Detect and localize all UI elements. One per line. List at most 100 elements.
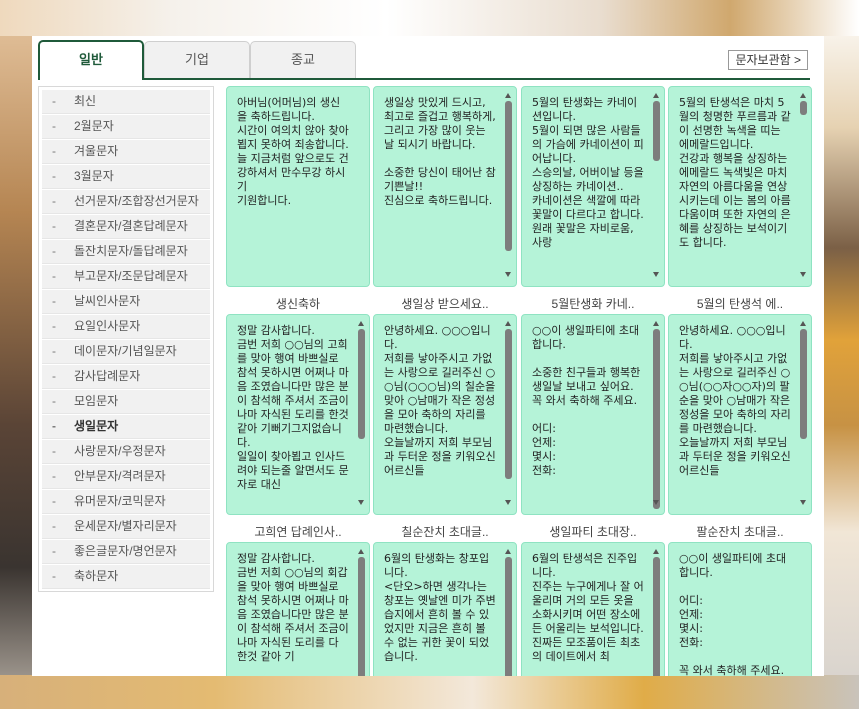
- message-textbox[interactable]: 정말 감사합니다. 금번 저희 ○○님의 고희를 맞아 행여 바쁘실로 참석 못…: [226, 314, 370, 515]
- message-textbox[interactable]: 아버님(어머님)의 생신을 축하드립니다. 시간이 여의치 않아 찾아 뵙지 못…: [226, 86, 370, 287]
- message-caption[interactable]: 고희연 답례인사..: [226, 523, 370, 540]
- scroll-up-arrow-icon[interactable]: [358, 321, 364, 326]
- scroll-down-arrow-icon[interactable]: [800, 500, 806, 505]
- message-card[interactable]: 5월의 탄생석은 마치 5월의 청명한 푸르름과 같이 선명한 녹색을 띠는 에…: [668, 86, 812, 312]
- scroll-down-arrow-icon[interactable]: [505, 500, 511, 505]
- sidebar-item[interactable]: - 부고문자/조문답례문자: [42, 265, 210, 289]
- scroll-down-arrow-icon[interactable]: [653, 272, 659, 277]
- scroll-thumb[interactable]: [653, 329, 660, 509]
- scroll-thumb[interactable]: [358, 329, 365, 439]
- sidebar-item[interactable]: - 안부문자/격려문자: [42, 465, 210, 489]
- message-caption[interactable]: 5월의 탄생석 에..: [668, 295, 812, 312]
- message-textbox[interactable]: 안녕하세요. ○○○입니다. 저희를 낳아주시고 가없는 사랑으로 길러주신 ○…: [668, 314, 812, 515]
- sidebar-item[interactable]: - 운세문자/별자리문자: [42, 515, 210, 539]
- message-card[interactable]: 안녕하세요. ○○○입니다. 저희를 낳아주시고 가없는 사랑으로 길러주신 ○…: [373, 314, 517, 540]
- scroll-up-arrow-icon[interactable]: [653, 549, 659, 554]
- scrollbar[interactable]: [799, 92, 808, 278]
- sidebar-item[interactable]: - 모임문자: [42, 390, 210, 414]
- scroll-up-arrow-icon[interactable]: [505, 549, 511, 554]
- message-caption[interactable]: 5월탄생화 카네..: [521, 295, 665, 312]
- scroll-thumb[interactable]: [653, 557, 660, 676]
- scroll-down-arrow-icon[interactable]: [358, 500, 364, 505]
- bullet-dash: -: [52, 219, 56, 233]
- scrollbar[interactable]: [357, 548, 366, 676]
- message-card[interactable]: 정말 감사합니다. 금번 저희 ○○님의 고희를 맞아 행여 바쁘실로 참석 못…: [226, 314, 370, 540]
- sidebar-item[interactable]: - 사랑문자/우정문자: [42, 440, 210, 464]
- bullet-dash: -: [52, 319, 56, 333]
- message-card[interactable]: 정말 감사합니다. 금번 저희 ○○님의 회갑을 맞아 행여 바쁘실로 참석 못…: [226, 542, 370, 676]
- sidebar-item[interactable]: - 생일문자: [42, 415, 210, 439]
- scroll-down-arrow-icon[interactable]: [653, 500, 659, 505]
- scroll-up-arrow-icon[interactable]: [800, 93, 806, 98]
- sidebar-item[interactable]: - 감사답례문자: [42, 365, 210, 389]
- scroll-up-arrow-icon[interactable]: [505, 321, 511, 326]
- sidebar-item[interactable]: - 좋은글문자/명언문자: [42, 540, 210, 564]
- sidebar-item[interactable]: - 2월문자: [42, 115, 210, 139]
- sidebar-item[interactable]: - 최신: [42, 90, 210, 114]
- message-card[interactable]: 아버님(어머님)의 생신을 축하드립니다. 시간이 여의치 않아 찾아 뵙지 못…: [226, 86, 370, 312]
- message-caption[interactable]: 팔순잔치 초대글..: [668, 523, 812, 540]
- scrollbar[interactable]: [504, 92, 513, 278]
- scrollbar[interactable]: [652, 320, 661, 509]
- scroll-thumb[interactable]: [800, 329, 807, 439]
- message-card[interactable]: 6월의 탄생석은 진주입니다. 진주는 누구에게나 잘 어울리며 거의 모든 옷…: [521, 542, 665, 676]
- message-textbox[interactable]: 정말 감사합니다. 금번 저희 ○○님의 회갑을 맞아 행여 바쁘실로 참석 못…: [226, 542, 370, 676]
- scrollbar[interactable]: [799, 320, 808, 506]
- scroll-up-arrow-icon[interactable]: [800, 321, 806, 326]
- scroll-thumb[interactable]: [800, 101, 807, 115]
- scroll-thumb[interactable]: [505, 101, 512, 251]
- sidebar-item[interactable]: - 선거문자/조합장선거문자: [42, 190, 210, 214]
- scrollbar[interactable]: [504, 548, 513, 676]
- message-panel: 일반 기업 종교 문자보관함 > - 최신 - 2월문자 - 겨울문자 - 3월문자 - 선거문자…: [32, 36, 824, 676]
- message-caption[interactable]: 칠순잔치 초대글..: [373, 523, 517, 540]
- message-textbox[interactable]: 생일상 맛있게 드시고, 최고로 즐겁고 행복하게, 그리고 가장 많이 웃는 …: [373, 86, 517, 287]
- scroll-up-arrow-icon[interactable]: [358, 549, 364, 554]
- scroll-thumb[interactable]: [653, 101, 660, 161]
- message-caption[interactable]: 생일파티 초대장..: [521, 523, 665, 540]
- message-textbox[interactable]: 6월의 탄생화는 창포입니다. <단오>하면 생각나는 창포는 옛날엔 미가 주…: [373, 542, 517, 676]
- scroll-up-arrow-icon[interactable]: [505, 93, 511, 98]
- scroll-up-arrow-icon[interactable]: [653, 321, 659, 326]
- scroll-up-arrow-icon[interactable]: [653, 93, 659, 98]
- scroll-down-arrow-icon[interactable]: [505, 272, 511, 277]
- message-archive-button[interactable]: 문자보관함 >: [728, 50, 808, 70]
- message-textbox[interactable]: ○○이 생일파티에 초대합니다. 어디: 언제: 몇시: 전화: 꼭 와서 축하…: [668, 542, 812, 676]
- scroll-thumb[interactable]: [505, 329, 512, 479]
- message-text: 5월의 탄생석은 마치 5월의 청명한 푸르름과 같이 선명한 녹색을 띠는 에…: [679, 96, 791, 249]
- sidebar-item[interactable]: - 겨울문자: [42, 140, 210, 164]
- sidebar-item[interactable]: - 축하문자: [42, 565, 210, 589]
- sidebar-item-label: 요일인사문자: [74, 319, 141, 333]
- tab-general[interactable]: 일반: [38, 40, 144, 80]
- scroll-thumb[interactable]: [505, 557, 512, 676]
- bullet-dash: -: [52, 144, 56, 158]
- sidebar-item[interactable]: - 유머문자/코믹문자: [42, 490, 210, 514]
- message-caption[interactable]: 생일상 받으세요..: [373, 295, 517, 312]
- message-card[interactable]: ○○이 생일파티에 초대합니다. 소중한 친구들과 행복한 생일날 보내고 싶어…: [521, 314, 665, 540]
- message-textbox[interactable]: 5월의 탄생석은 마치 5월의 청명한 푸르름과 같이 선명한 녹색을 띠는 에…: [668, 86, 812, 287]
- sidebar-item[interactable]: - 돌잔치문자/돌답례문자: [42, 240, 210, 264]
- message-textbox[interactable]: ○○이 생일파티에 초대합니다. 소중한 친구들과 행복한 생일날 보내고 싶어…: [521, 314, 665, 515]
- sidebar-item[interactable]: - 결혼문자/결혼답례문자: [42, 215, 210, 239]
- scrollbar[interactable]: [652, 548, 661, 676]
- scrollbar[interactable]: [652, 92, 661, 278]
- sidebar-item[interactable]: - 데이문자/기념일문자: [42, 340, 210, 364]
- message-textbox[interactable]: 6월의 탄생석은 진주입니다. 진주는 누구에게나 잘 어울리며 거의 모든 옷…: [521, 542, 665, 676]
- message-caption[interactable]: 생신축하: [226, 295, 370, 312]
- message-card[interactable]: 5월의 탄생화는 카네이션입니다. 5월이 되면 많은 사람들의 가슴에 카네이…: [521, 86, 665, 312]
- sidebar-item[interactable]: - 3월문자: [42, 165, 210, 189]
- message-textbox[interactable]: 안녕하세요. ○○○입니다. 저희를 낳아주시고 가없는 사랑으로 길러주신 ○…: [373, 314, 517, 515]
- scroll-down-arrow-icon[interactable]: [800, 272, 806, 277]
- scroll-thumb[interactable]: [358, 557, 365, 676]
- sidebar-item[interactable]: - 요일인사문자: [42, 315, 210, 339]
- message-card[interactable]: 생일상 맛있게 드시고, 최고로 즐겁고 행복하게, 그리고 가장 많이 웃는 …: [373, 86, 517, 312]
- scrollbar[interactable]: [504, 320, 513, 506]
- scrollbar[interactable]: [357, 320, 366, 506]
- message-textbox[interactable]: 5월의 탄생화는 카네이션입니다. 5월이 되면 많은 사람들의 가슴에 카네이…: [521, 86, 665, 287]
- bullet-dash: -: [52, 544, 56, 558]
- sidebar-item[interactable]: - 날씨인사문자: [42, 290, 210, 314]
- tab-business[interactable]: 기업: [144, 41, 250, 79]
- message-card[interactable]: 안녕하세요. ○○○입니다. 저희를 낳아주시고 가없는 사랑으로 길러주신 ○…: [668, 314, 812, 540]
- tab-religion[interactable]: 종교: [250, 41, 356, 79]
- message-card[interactable]: 6월의 탄생화는 창포입니다. <단오>하면 생각나는 창포는 옛날엔 미가 주…: [373, 542, 517, 676]
- message-card[interactable]: ○○이 생일파티에 초대합니다. 어디: 언제: 몇시: 전화: 꼭 와서 축하…: [668, 542, 812, 676]
